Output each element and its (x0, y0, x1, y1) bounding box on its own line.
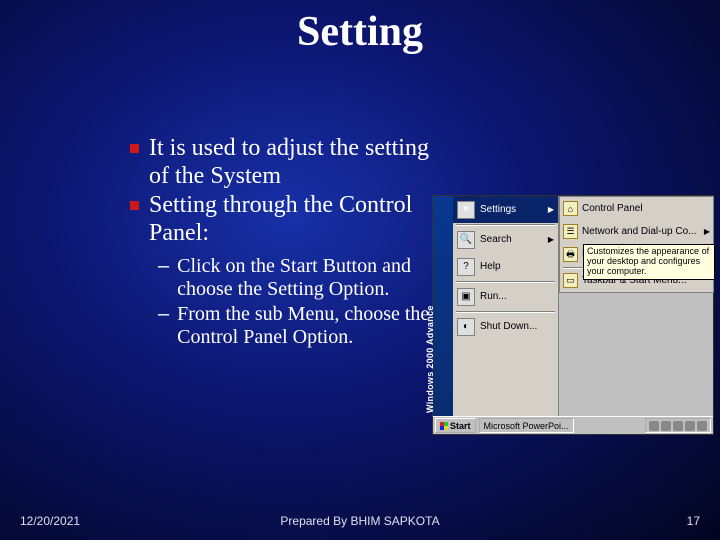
arrow-icon: ▶ (548, 205, 554, 214)
menu-item-search[interactable]: 🔍 Search ▶ (453, 226, 558, 253)
system-tray (645, 418, 711, 433)
search-icon: 🔍 (457, 231, 475, 249)
shutdown-icon: ◐ (457, 318, 475, 336)
dash-icon: – (158, 303, 169, 326)
start-menu-sidebar: Windows 2000 Advance (433, 196, 453, 417)
help-icon: ? (457, 258, 475, 276)
tooltip: Customizes the appearance of your deskto… (583, 244, 715, 280)
slide-content: It is used to adjust the setting of the … (130, 135, 430, 351)
taskbar: Start Microsoft PowerPoi... (433, 416, 713, 434)
bullet-text: It is used to adjust the setting of the … (149, 135, 430, 190)
slide-title: Setting (0, 0, 720, 56)
arrow-icon: ▶ (548, 235, 554, 244)
run-icon: ▣ (457, 288, 475, 306)
network-icon: ☰ (563, 224, 578, 239)
sub-bullets: – Click on the Start Button and choose t… (158, 255, 430, 349)
windows-screenshot: Windows 2000 Advance ✶ Settings ▶ 🔍 Sear… (432, 195, 714, 435)
control-panel-icon: ⌂ (563, 201, 578, 216)
footer-prepared: Prepared By BHIM SAPKOTA (0, 514, 720, 528)
menu-item-help[interactable]: ? Help (453, 253, 558, 280)
separator (456, 281, 555, 282)
dash-icon: – (158, 255, 169, 278)
footer-page-number: 17 (687, 514, 700, 528)
sidebar-label: Windows 2000 Advance (425, 305, 435, 413)
slide: Setting It is used to adjust the setting… (0, 0, 720, 540)
sub-bullet: – Click on the Start Button and choose t… (158, 255, 430, 301)
menu-label: Help (480, 261, 501, 272)
submenu-item-network[interactable]: ☰ Network and Dial-up Co... ▶ (560, 220, 713, 243)
submenu-label: Network and Dial-up Co... (582, 226, 697, 237)
menu-label: Settings (480, 204, 516, 215)
menu-item-settings[interactable]: ✶ Settings ▶ (453, 196, 558, 223)
sub-bullet-text: From the sub Menu, choose the Control Pa… (177, 303, 430, 349)
menu-label: Search (480, 234, 512, 245)
menu-label: Run... (480, 291, 507, 302)
task-label: Microsoft PowerPoi... (484, 421, 569, 431)
tray-icon[interactable] (685, 421, 695, 431)
start-button[interactable]: Start (435, 418, 476, 433)
submenu-item-control-panel[interactable]: ⌂ Control Panel (560, 197, 713, 220)
bullet: Setting through the Control Panel: (130, 192, 430, 247)
submenu-label: Control Panel (582, 203, 643, 214)
separator (456, 224, 555, 225)
tray-icon[interactable] (673, 421, 683, 431)
tray-icon[interactable] (697, 421, 707, 431)
tray-icon[interactable] (661, 421, 671, 431)
sub-bullet-text: Click on the Start Button and choose the… (177, 255, 430, 301)
menu-item-run[interactable]: ▣ Run... (453, 283, 558, 310)
windows-logo-icon (440, 422, 448, 430)
settings-icon: ✶ (457, 201, 475, 219)
start-label: Start (450, 421, 471, 431)
separator (456, 311, 555, 312)
bullet-text: Setting through the Control Panel: (149, 192, 430, 247)
tray-icon[interactable] (649, 421, 659, 431)
menu-label: Shut Down... (480, 321, 537, 332)
arrow-icon: ▶ (704, 227, 710, 236)
bullet-icon (130, 144, 139, 153)
taskbar-task[interactable]: Microsoft PowerPoi... (479, 418, 574, 433)
taskbar-icon: ▭ (563, 273, 578, 288)
bullet: It is used to adjust the setting of the … (130, 135, 430, 190)
menu-item-shutdown[interactable]: ◐ Shut Down... (453, 313, 558, 340)
printers-icon: 🖶 (563, 247, 578, 262)
start-menu: ✶ Settings ▶ 🔍 Search ▶ ? Help ▣ Run... … (453, 196, 559, 417)
sub-bullet: – From the sub Menu, choose the Control … (158, 303, 430, 349)
bullet-icon (130, 201, 139, 210)
